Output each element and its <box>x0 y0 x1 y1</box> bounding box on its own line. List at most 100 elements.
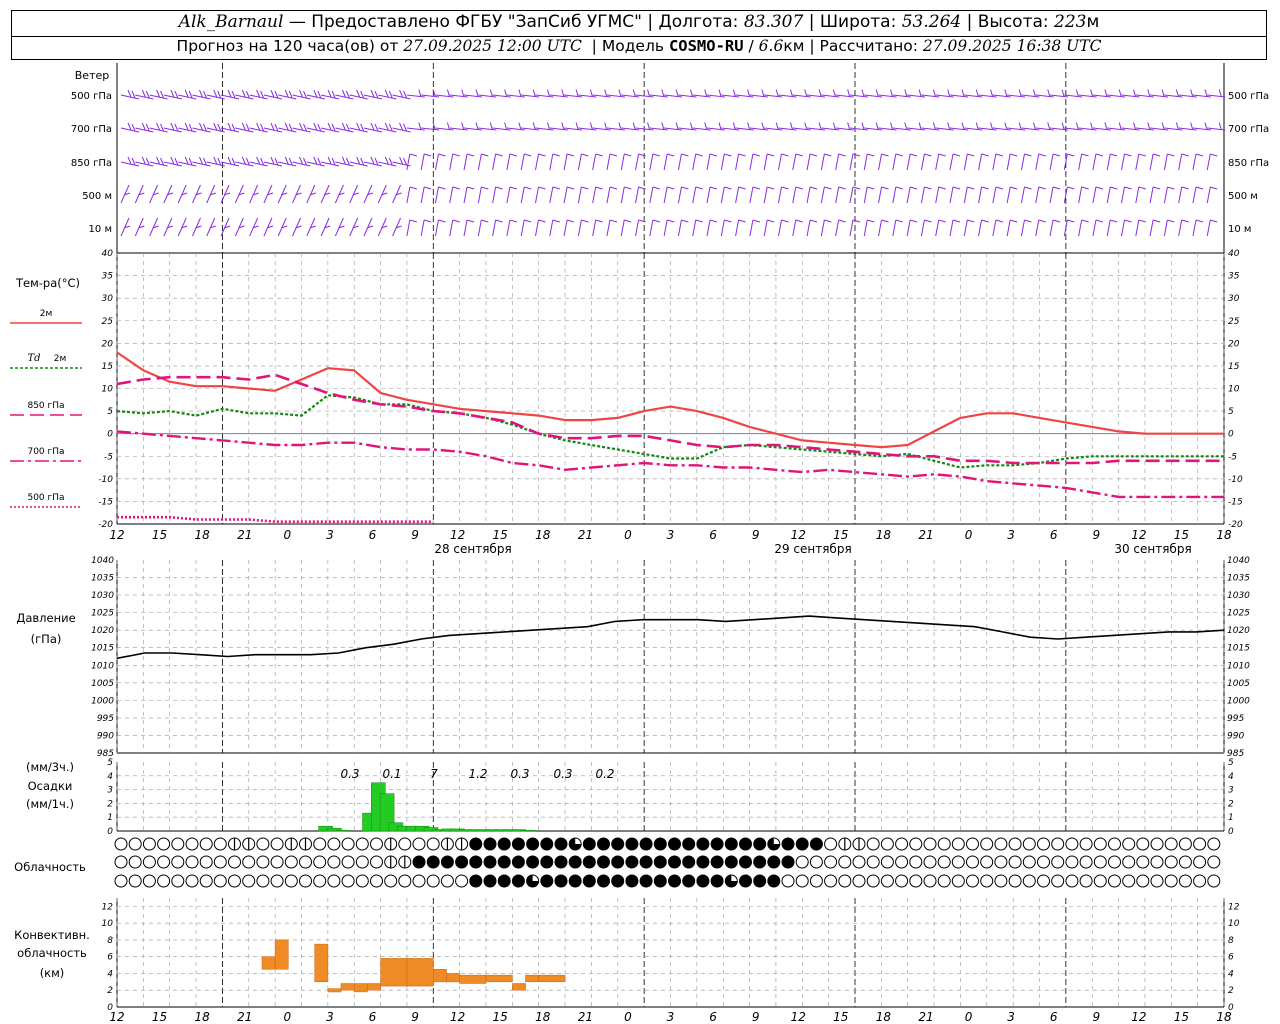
cloud-circle <box>1164 855 1178 869</box>
wind-barb <box>1020 186 1032 204</box>
wind-barb <box>1092 186 1104 204</box>
cloud-circle <box>639 874 653 888</box>
wind-barb <box>920 153 932 171</box>
wind-barb <box>435 89 454 98</box>
wind-level-right: 10 м <box>1228 224 1251 235</box>
cloud-circle <box>611 855 625 869</box>
conv-ytick-left: 2 <box>107 986 113 996</box>
wind-barb <box>692 122 711 131</box>
wind-barb <box>120 184 131 204</box>
cloud-circle <box>483 837 497 851</box>
wind-barb <box>1020 153 1032 171</box>
wind-barb <box>907 122 926 131</box>
cloud-circle <box>739 874 752 888</box>
convective-bar <box>380 958 408 987</box>
hour-label-bottom: 18 <box>876 1010 892 1024</box>
convective-bar <box>512 983 526 991</box>
wind-barb <box>892 186 903 204</box>
hour-label-bottom: 9 <box>1092 1010 1100 1024</box>
wind-barb <box>1035 186 1046 204</box>
hour-label-top: 12 <box>1131 528 1146 542</box>
cloud-circle <box>739 855 752 869</box>
wind-barb <box>978 89 997 98</box>
wind-barb <box>577 219 589 237</box>
wind-barb <box>792 153 803 171</box>
pres-ytick-right: 990 <box>1227 731 1244 741</box>
prec-ytick-left: 4 <box>107 772 113 782</box>
wind-barb <box>163 184 174 204</box>
wind-barb <box>1163 186 1175 204</box>
cloud-circle <box>270 874 284 888</box>
wind-barb <box>820 153 832 171</box>
cloud-circle <box>951 837 965 851</box>
cloud-circle <box>171 874 185 888</box>
cloud-circle <box>199 837 213 851</box>
wind-barb <box>263 184 274 204</box>
wind-barb <box>1106 153 1118 171</box>
wind-barb <box>463 219 475 237</box>
cloud-circle <box>1022 837 1036 851</box>
wind-barb <box>192 156 211 167</box>
wind-barb <box>749 153 761 171</box>
temp-ytick-right: 15 <box>1228 362 1240 372</box>
wind-barb <box>1064 122 1083 131</box>
wind-barb <box>177 217 188 237</box>
wind-barb <box>677 219 689 237</box>
wind-barb <box>449 89 468 98</box>
cloud-circle <box>682 837 696 851</box>
conv-title-2: облачность <box>17 946 87 960</box>
wind-barb <box>306 217 316 237</box>
cloud-circle <box>511 837 525 851</box>
wind-barb <box>1135 153 1146 171</box>
temp-ytick-right: 0 <box>1228 430 1234 440</box>
hour-label-bottom: 15 <box>493 1010 508 1024</box>
prec-ytick-left: 1 <box>107 813 113 823</box>
convective-bar <box>459 974 487 984</box>
wind-barb <box>420 186 432 204</box>
wind-barb <box>978 219 989 237</box>
wind-barb <box>835 89 854 98</box>
wind-barb <box>735 219 746 237</box>
wind-barb <box>421 89 440 98</box>
precip-total-label: 7 <box>430 767 438 781</box>
hour-label-top: 3 <box>1007 528 1015 542</box>
wind-barb <box>192 184 202 204</box>
legend-td-label: Td <box>27 353 40 364</box>
wind-barb <box>1135 89 1154 98</box>
prec-ytick-right: 1 <box>1228 813 1234 823</box>
cloud-circle <box>966 837 979 851</box>
cloud-circle <box>497 837 511 851</box>
cloud-circle <box>483 874 497 888</box>
wind-barb <box>978 153 989 171</box>
wind-barb <box>363 156 383 167</box>
cloud-circle <box>384 874 398 888</box>
hour-label-top: 18 <box>1216 528 1232 542</box>
pres-ytick-right: 1030 <box>1227 591 1250 601</box>
wind-barb <box>463 153 475 171</box>
cloud-circle <box>1079 855 1093 869</box>
cloud-circle <box>625 855 639 869</box>
wind-barb <box>549 89 568 98</box>
pres-ytick-right: 995 <box>1227 714 1244 724</box>
cloud-circle <box>270 855 284 869</box>
wind-barb <box>278 156 297 167</box>
conv-ytick-right: 0 <box>1228 1003 1234 1013</box>
cloud-circle <box>1207 837 1221 851</box>
wind-barb <box>163 89 182 100</box>
temp-ytick-left: 0 <box>107 430 113 440</box>
wind-barb <box>1078 186 1089 204</box>
wind-barb <box>835 122 854 131</box>
cloud-circle <box>142 874 156 888</box>
cloud-circle <box>1065 855 1079 869</box>
hour-label-bottom: 3 <box>667 1010 675 1024</box>
wind-barb <box>678 122 697 131</box>
wind-barb <box>335 89 354 100</box>
wind-barb <box>177 184 188 204</box>
wind-barb <box>206 184 216 204</box>
wind-barb <box>235 156 254 167</box>
legend-label: 2м <box>54 354 67 364</box>
wind-barb <box>263 217 274 237</box>
prec-ytick-right: 3 <box>1228 786 1234 796</box>
cloud-circle <box>128 855 142 869</box>
cloud-circle <box>185 837 199 851</box>
